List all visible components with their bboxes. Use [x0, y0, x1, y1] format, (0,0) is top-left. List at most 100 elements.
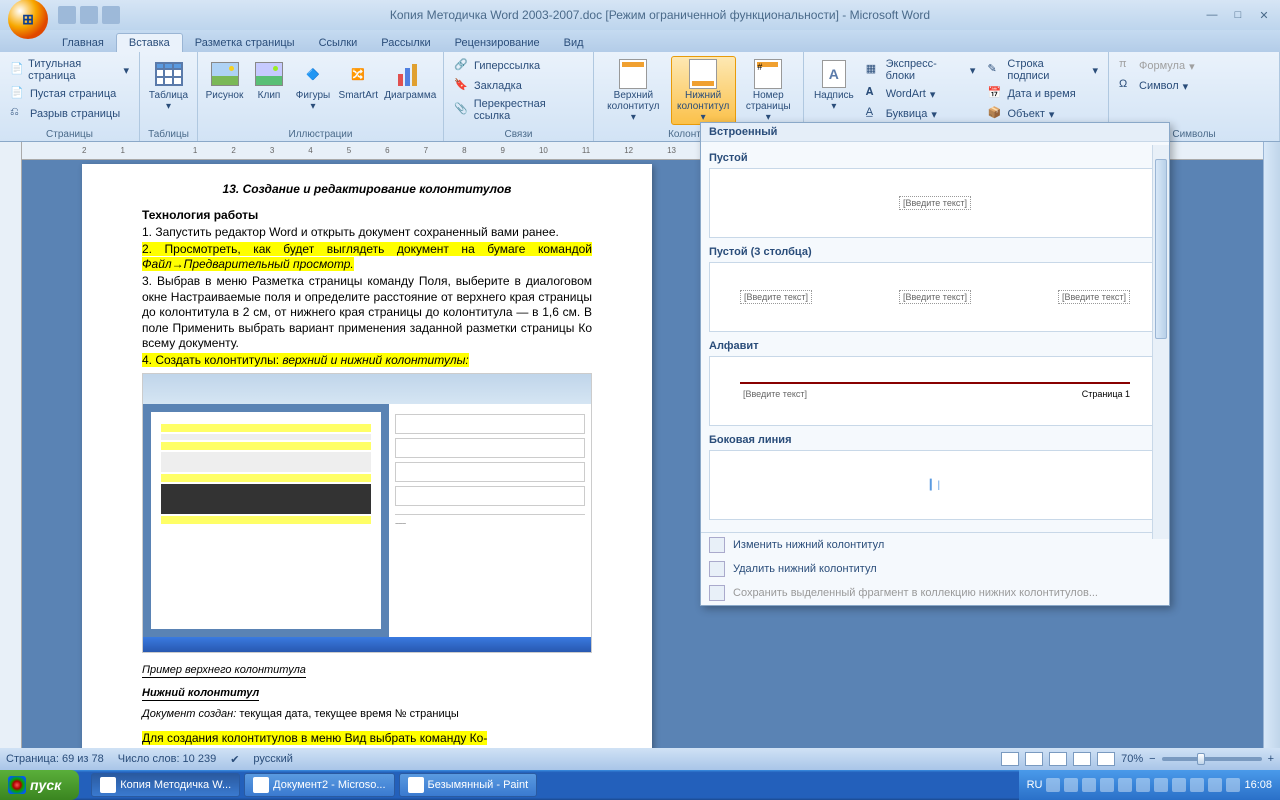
view-outline[interactable] [1073, 752, 1091, 766]
clip-button[interactable]: Клип [249, 56, 289, 103]
tray-icon[interactable] [1208, 778, 1222, 792]
chart-button[interactable]: Диаграмма [384, 56, 438, 103]
delete-icon [709, 561, 725, 577]
view-web[interactable] [1049, 752, 1067, 766]
blank-page-button[interactable]: 📄Пустая страница [6, 84, 133, 104]
tab-review[interactable]: Рецензирование [443, 34, 552, 52]
embedded-screenshot: ⎯⎯⎯ [142, 373, 592, 653]
view-print-layout[interactable] [1001, 752, 1019, 766]
page-break-button[interactable]: ⎌Разрыв страницы [6, 104, 133, 124]
crossref-button[interactable]: 📎Перекрестная ссылка [450, 96, 587, 124]
task-item-word1[interactable]: Копия Методичка W... [91, 773, 240, 797]
footer-button[interactable]: Нижний колонтитул ▾ [671, 56, 736, 125]
shapes-button[interactable]: 🔷Фигуры▾ [293, 56, 333, 114]
document-page[interactable]: 13. Создание и редактирование колонтитул… [82, 164, 652, 748]
zoom-out[interactable]: − [1149, 753, 1155, 765]
caption-3: Документ создан: текущая дата, текущее в… [142, 707, 592, 721]
signature-button[interactable]: ✎Строка подписи ▾ [983, 56, 1102, 84]
tray-icon[interactable] [1064, 778, 1078, 792]
start-button[interactable]: пуск [0, 770, 79, 800]
task-item-word2[interactable]: Документ2 - Microso... [244, 773, 394, 797]
language-indicator[interactable]: RU [1027, 779, 1043, 791]
status-proofing-icon[interactable]: ✔ [230, 753, 239, 766]
tray-icon[interactable] [1172, 778, 1186, 792]
header-button[interactable]: Верхний колонтитул ▾ [600, 56, 667, 125]
view-fullscreen[interactable] [1025, 752, 1043, 766]
save-icon[interactable] [58, 6, 76, 24]
gallery-item-empty[interactable]: [Введите текст] [709, 168, 1161, 238]
gallery-cat-3col: Пустой (3 столбца) [709, 246, 1161, 258]
caption-1: Пример верхнего колонтитула [142, 663, 306, 678]
zoom-slider[interactable] [1162, 757, 1262, 761]
group-label-tables: Таблицы [140, 129, 197, 140]
tray-icon[interactable] [1136, 778, 1150, 792]
vertical-scrollbar[interactable] [1263, 142, 1280, 748]
tray-icon[interactable] [1154, 778, 1168, 792]
tray-icon[interactable] [1100, 778, 1114, 792]
minimize-button[interactable]: — [1200, 7, 1224, 23]
clock[interactable]: 16:08 [1244, 779, 1272, 791]
datetime-button[interactable]: 📅Дата и время [983, 84, 1102, 104]
vertical-ruler[interactable] [0, 142, 22, 748]
symbol-button[interactable]: ΩСимвол ▾ [1115, 76, 1199, 96]
crossref-icon: 📎 [454, 102, 470, 118]
bookmark-icon: 🔖 [454, 78, 470, 94]
gallery-item-3col[interactable]: [Введите текст] [Введите текст] [Введите… [709, 262, 1161, 332]
tray-icon[interactable] [1046, 778, 1060, 792]
page-number-button[interactable]: Номер страницы ▾ [740, 56, 797, 125]
gallery-scrollbar[interactable] [1152, 145, 1169, 539]
gallery-item-alpha[interactable]: [Введите текст] Страница 1 [709, 356, 1161, 426]
tab-layout[interactable]: Разметка страницы [183, 34, 307, 52]
object-icon: 📦 [987, 106, 1003, 122]
statusbar: Страница: 69 из 78 Число слов: 10 239 ✔ … [0, 748, 1280, 770]
gallery-item-side[interactable]: ▎| [709, 450, 1161, 520]
quickparts-button[interactable]: ▦Экспресс-блоки ▾ [862, 56, 980, 84]
tab-insert[interactable]: Вставка [116, 33, 183, 52]
tray-icon[interactable] [1226, 778, 1240, 792]
maximize-button[interactable]: □ [1226, 7, 1250, 23]
save-sel-icon [709, 585, 725, 601]
zoom-level[interactable]: 70% [1121, 753, 1143, 765]
status-lang[interactable]: русский [253, 753, 292, 765]
task-item-paint[interactable]: Безымянный - Paint [399, 773, 538, 797]
delete-footer-menu[interactable]: Удалить нижний колонтитул [701, 557, 1169, 581]
close-button[interactable]: ✕ [1252, 7, 1276, 23]
system-tray: RU 16:08 [1019, 770, 1280, 800]
formula-icon: π [1119, 58, 1135, 74]
tray-icon[interactable] [1118, 778, 1132, 792]
zoom-in[interactable]: + [1268, 753, 1274, 765]
status-words[interactable]: Число слов: 10 239 [118, 753, 216, 765]
office-button[interactable]: ⊞ [8, 0, 48, 39]
tray-icon[interactable] [1190, 778, 1204, 792]
tab-view[interactable]: Вид [552, 34, 596, 52]
object-button[interactable]: 📦Объект ▾ [983, 104, 1102, 124]
tab-mailings[interactable]: Рассылки [369, 34, 442, 52]
blocks-icon: ▦ [866, 62, 882, 78]
status-page[interactable]: Страница: 69 из 78 [6, 753, 104, 765]
wordart-icon: 𝐀 [866, 86, 882, 102]
textbox-button[interactable]: AНадпись▾ [810, 56, 858, 114]
word-icon [100, 777, 116, 793]
gallery-cat-empty: Пустой [709, 152, 1161, 164]
textbox-icon: A [818, 58, 850, 90]
smartart-icon: 🔀 [342, 58, 374, 90]
cover-page-button[interactable]: 📄Титульная страница ▾ [6, 56, 133, 84]
picture-button[interactable]: Рисунок [204, 56, 245, 103]
equation-button[interactable]: πФормула ▾ [1115, 56, 1199, 76]
tray-icon[interactable] [1082, 778, 1096, 792]
hyperlink-button[interactable]: 🔗Гиперссылка [450, 56, 587, 76]
smartart-button[interactable]: 🔀SmartArt [337, 56, 380, 103]
dropcap-icon: A̲ [866, 106, 882, 122]
redo-icon[interactable] [102, 6, 120, 24]
tab-home[interactable]: Главная [50, 34, 116, 52]
footer-gallery-dropdown: Встроенный Пустой [Введите текст] Пустой… [700, 122, 1170, 606]
undo-icon[interactable] [80, 6, 98, 24]
dropcap-button[interactable]: A̲Буквица ▾ [862, 104, 980, 124]
bookmark-button[interactable]: 🔖Закладка [450, 76, 587, 96]
wordart-button[interactable]: 𝐀WordArt ▾ [862, 84, 980, 104]
group-label-links: Связи [444, 129, 593, 140]
edit-footer-menu[interactable]: Изменить нижний колонтитул [701, 533, 1169, 557]
table-button[interactable]: Таблица▾ [146, 56, 191, 114]
view-draft[interactable] [1097, 752, 1115, 766]
tab-references[interactable]: Ссылки [307, 34, 370, 52]
